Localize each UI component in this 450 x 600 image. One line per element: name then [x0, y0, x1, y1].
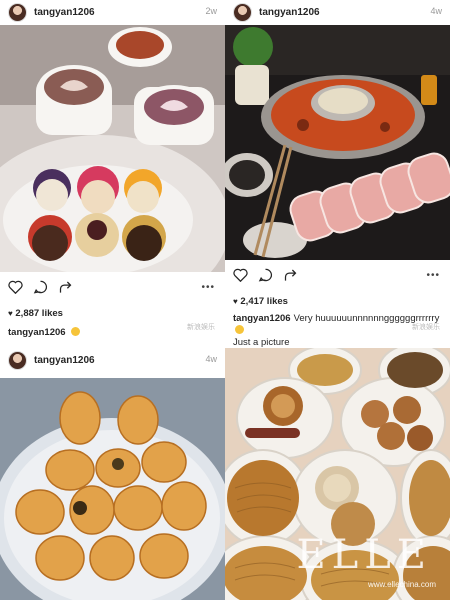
avatar[interactable]: [8, 2, 27, 22]
caption: tangyan1206: [8, 327, 217, 339]
post-age: 4w: [205, 354, 217, 364]
smiley-icon: [70, 327, 80, 336]
avatar[interactable]: [8, 350, 27, 370]
post-header: tangyan1206 4w: [225, 0, 450, 24]
share-icon[interactable]: [283, 268, 298, 282]
elle-logo: ELLE: [296, 532, 432, 578]
post-age: 2w: [205, 6, 217, 16]
post-actions: •••: [225, 264, 450, 286]
avatar[interactable]: [233, 2, 252, 22]
likes-count[interactable]: ♥ 2,417 likes: [233, 296, 288, 307]
post-desserts: tangyan1206 2w ••• ♥ 2,887 likes tangyan…: [0, 0, 225, 348]
post-photo[interactable]: [0, 378, 225, 600]
post-header: tangyan1206 4w: [0, 348, 225, 372]
post-photo[interactable]: [225, 25, 450, 260]
post-age: 4w: [430, 6, 442, 16]
caption-username[interactable]: tangyan1206: [8, 327, 66, 338]
heart-icon[interactable]: [233, 268, 248, 282]
watermark: 新浪娱乐: [412, 324, 440, 331]
post-header: tangyan1206 2w: [0, 0, 225, 24]
post-hotpot: tangyan1206 4w ••• ♥ 2,417 likes tangyan…: [225, 0, 450, 348]
comment-icon[interactable]: [33, 280, 48, 294]
elle-url: www.ellechina.com: [367, 580, 436, 589]
post-photo[interactable]: [0, 25, 225, 272]
username[interactable]: tangyan1206: [34, 355, 95, 366]
likes-count[interactable]: ♥ 2,887 likes: [8, 308, 63, 319]
more-icon[interactable]: •••: [426, 270, 440, 281]
heart-icon[interactable]: [8, 280, 23, 294]
share-icon[interactable]: [58, 280, 73, 294]
username[interactable]: tangyan1206: [259, 7, 320, 18]
post-actions: •••: [0, 276, 225, 298]
comment-icon[interactable]: [258, 268, 273, 282]
smiley-icon: [235, 325, 244, 334]
photo-snacks[interactable]: ELLE www.ellechina.com: [225, 348, 450, 600]
username[interactable]: tangyan1206: [34, 7, 95, 18]
more-icon[interactable]: •••: [201, 282, 215, 293]
watermark: 新浪娱乐: [187, 324, 215, 331]
caption: tangyan1206 Very huuuuuunnnnnnggggggrrrrr…: [233, 313, 440, 348]
caption-username[interactable]: tangyan1206: [233, 313, 291, 324]
post-fried-dumplings: tangyan1206 4w: [0, 348, 225, 600]
photo-grid: tangyan1206 2w ••• ♥ 2,887 likes tangyan…: [0, 0, 450, 600]
